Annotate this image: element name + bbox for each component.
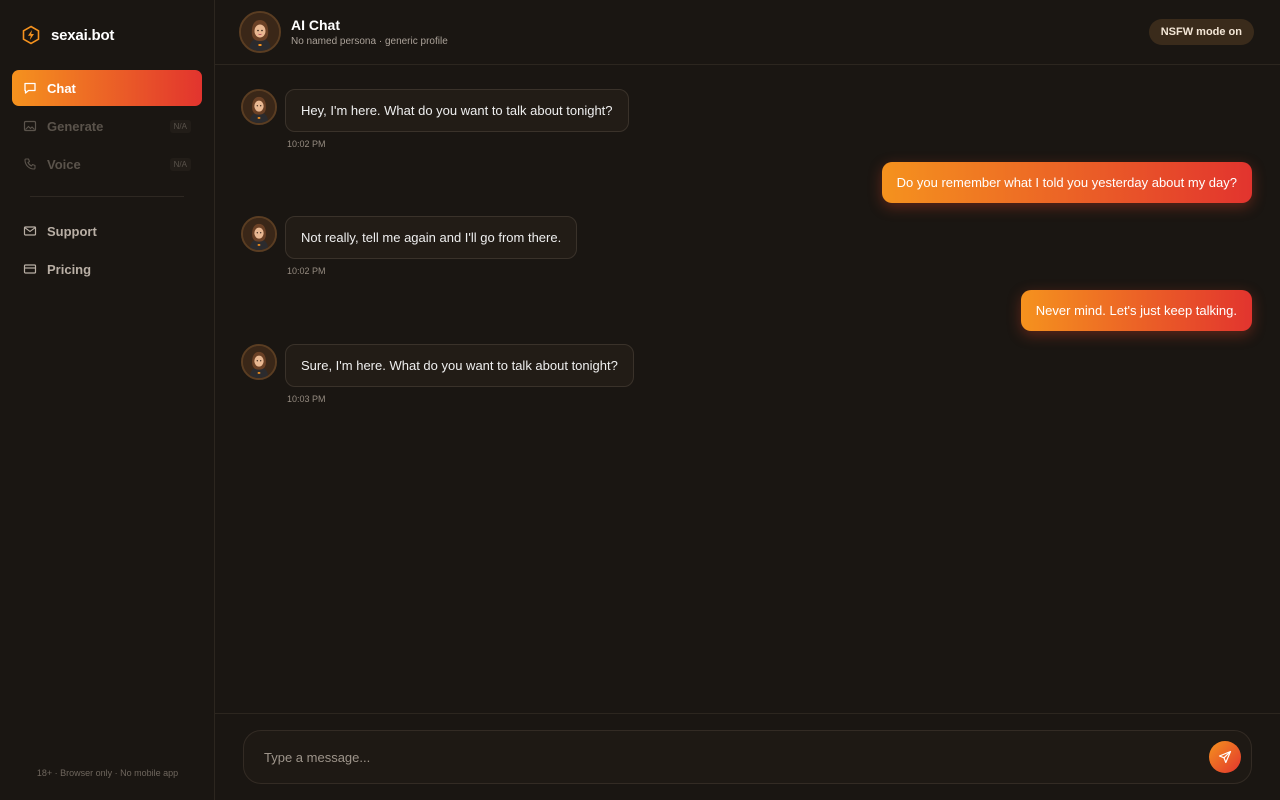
sidebar-item-generate[interactable]: Generate N/A [12,108,202,144]
message-timestamp: 10:02 PM [287,266,326,276]
brand-name: sexai.bot [51,26,115,44]
sidebar-item-support[interactable]: Support [12,213,202,249]
image-icon [23,119,37,133]
nsfw-mode-badge[interactable]: NSFW mode on [1148,19,1254,45]
bot-message: Not really, tell me again and I'll go fr… [241,216,1252,276]
bot-message: Hey, I'm here. What do you want to talk … [241,89,1252,149]
page-title: AI Chat [291,17,340,33]
credit-card-icon [23,262,37,276]
sidebar-footer-note: 18+ · Browser only · No mobile app [36,768,179,778]
hexagon-bolt-icon [21,25,41,45]
message-bubble[interactable]: Sure, I'm here. What do you want to talk… [285,344,634,387]
mail-icon [23,224,37,238]
phone-icon [23,157,37,171]
avatar [241,216,277,252]
message-bubble[interactable]: Never mind. Let's just keep talking. [1020,290,1252,331]
chat-main: AI Chat No named persona · generic profi… [215,0,1280,800]
na-badge: N/A [169,157,191,171]
bot-message-body: Not really, tell me again and I'll go fr… [285,216,578,276]
message-timestamp: 10:02 PM [287,139,326,149]
user-message: Never mind. Let's just keep talking. [241,290,1252,331]
character-avatar-icon [243,346,275,378]
sidebar-item-label: Support [47,223,97,239]
chat-header: AI Chat No named persona · generic profi… [215,0,1280,65]
sidebar-item-label: Generate [47,118,104,134]
message-bubble[interactable]: Hey, I'm here. What do you want to talk … [285,89,629,132]
sidebar-item-label: Voice [47,156,81,172]
character-avatar-icon [243,218,275,250]
message-input[interactable] [262,748,1209,766]
na-badge: N/A [169,119,191,133]
composer-area [215,713,1280,800]
chat-title-block: AI Chat No named persona · generic profi… [291,17,1149,47]
avatar [241,89,277,125]
message-bubble[interactable]: Not really, tell me again and I'll go fr… [285,216,578,259]
sidebar-item-pricing[interactable]: Pricing [12,251,202,287]
message-timestamp: 10:03 PM [287,394,326,404]
bot-message-body: Sure, I'm here. What do you want to talk… [285,344,634,404]
send-button[interactable] [1209,741,1241,773]
chat-bubble-icon [23,81,37,95]
sidebar-item-voice[interactable]: Voice N/A [12,146,202,182]
character-avatar-icon [241,13,279,51]
chat-subtitle: No named persona · generic profile [291,36,448,47]
message-list: Hey, I'm here. What do you want to talk … [215,65,1280,713]
character-avatar-icon [243,91,275,123]
composer [243,730,1252,784]
avatar [241,344,277,380]
bot-message-body: Hey, I'm here. What do you want to talk … [285,89,629,149]
sidebar-nav: Chat Generate N/A Voice N/A Support Pric… [0,70,214,287]
sidebar-item-label: Pricing [47,261,92,277]
avatar[interactable] [239,11,281,53]
brand[interactable]: sexai.bot [0,0,214,70]
send-icon [1218,750,1232,764]
bot-message: Sure, I'm here. What do you want to talk… [241,344,1252,404]
user-message: Do you remember what I told you yesterda… [241,162,1252,203]
sidebar: sexai.bot Chat Generate N/A Voice N/A Su… [0,0,215,800]
message-bubble[interactable]: Do you remember what I told you yesterda… [881,162,1252,203]
sidebar-item-chat[interactable]: Chat [12,70,202,106]
sidebar-item-label: Chat [47,80,76,96]
app-root: sexai.bot Chat Generate N/A Voice N/A Su… [0,0,1280,800]
sidebar-divider [30,196,184,197]
